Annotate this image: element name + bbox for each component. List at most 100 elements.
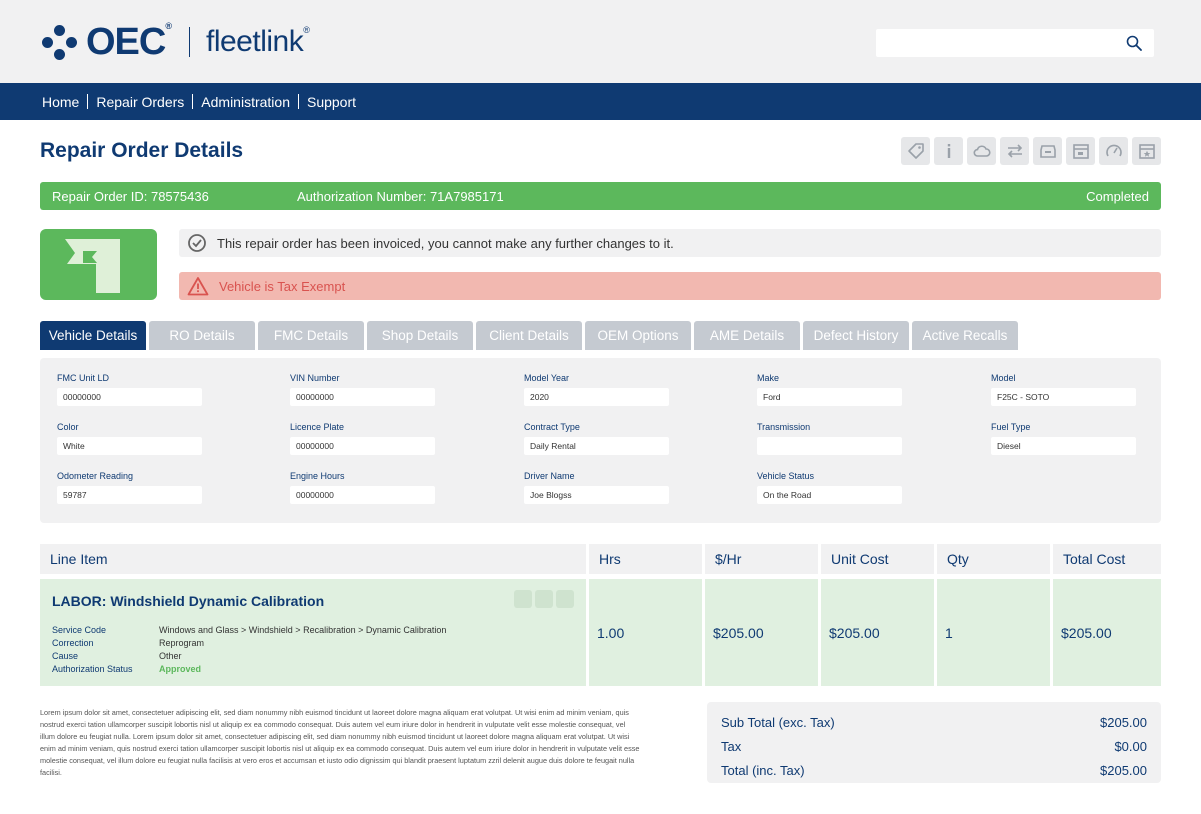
speedometer-icon[interactable]: [1099, 137, 1128, 165]
licence-plate-field: Licence Plate: [290, 422, 435, 455]
invoiced-notice: This repair order has been invoiced, you…: [179, 229, 1161, 257]
tab-client-details[interactable]: Client Details: [476, 321, 582, 350]
tab-ame-details[interactable]: AME Details: [694, 321, 800, 350]
vin-input[interactable]: [290, 388, 435, 406]
oec-fleetlink-logo[interactable]: OEC® fleetlink®: [42, 20, 310, 63]
vin-field: VIN Number: [290, 373, 435, 406]
calendar-star-icon[interactable]: [1132, 137, 1161, 165]
service-code-value: Windows and Glass > Windshield > Recalib…: [159, 625, 447, 635]
authorization-number: Authorization Number: 71A7985171: [297, 188, 504, 204]
line-item-action-button[interactable]: [556, 590, 574, 608]
service-code-label: Service Code: [52, 625, 107, 635]
vin-label: VIN Number: [290, 373, 340, 383]
licence-plate-label: Licence Plate: [290, 422, 345, 432]
fmc-unit-input[interactable]: [57, 388, 202, 406]
tab-shop-details[interactable]: Shop Details: [367, 321, 473, 350]
total-value: $205.00: [1100, 762, 1147, 778]
contract-type-label: Contract Type: [524, 422, 580, 432]
cause-label: Cause: [52, 651, 79, 661]
correction-value: Reprogram: [159, 638, 205, 648]
fuel-type-label: Fuel Type: [991, 422, 1031, 432]
color-field: Color: [57, 422, 202, 455]
calendar-icon[interactable]: [1066, 137, 1095, 165]
line-item-cell: LABOR: Windshield Dynamic Calibration Se…: [40, 579, 586, 686]
search-icon[interactable]: [1126, 35, 1142, 51]
transmission-input[interactable]: [757, 437, 902, 455]
table-row[interactable]: LABOR: Windshield Dynamic Calibration Se…: [40, 579, 1161, 686]
line-item-meta: Service Code Windows and Glass > Windshi…: [52, 624, 586, 675]
vehicle-status-input[interactable]: [757, 486, 902, 504]
model-label: Model: [991, 373, 1016, 383]
contract-type-field: Contract Type: [524, 422, 669, 455]
nav-repair-orders[interactable]: Repair Orders: [88, 94, 192, 110]
tag-icon[interactable]: [901, 137, 930, 165]
tab-defect-history[interactable]: Defect History: [803, 321, 909, 350]
logo-oec-text: OEC®: [86, 20, 172, 63]
fuel-type-field: Fuel Type: [991, 422, 1136, 455]
logo-fleetlink-text: fleetlink®: [206, 25, 310, 58]
search-box: [876, 29, 1154, 57]
correction-label: Correction: [52, 638, 94, 648]
line-item-action-button[interactable]: [514, 590, 532, 608]
line-item-action-button[interactable]: [535, 590, 553, 608]
model-year-input[interactable]: [524, 388, 669, 406]
contract-type-input[interactable]: [524, 437, 669, 455]
check-circle-icon: [188, 234, 206, 252]
tab-vehicle-details[interactable]: Vehicle Details: [40, 321, 146, 350]
engine-hours-label: Engine Hours: [290, 471, 345, 481]
tax-exempt-warning-text: Vehicle is Tax Exempt: [219, 278, 346, 294]
transmission-field: Transmission: [757, 422, 902, 455]
column-header-total-cost: Total Cost: [1053, 544, 1161, 574]
repair-order-brand-tile: [40, 229, 157, 300]
tax-exempt-warning: Vehicle is Tax Exempt: [179, 272, 1161, 300]
tab-fmc-details[interactable]: FMC Details: [258, 321, 364, 350]
rate-cell: $205.00: [705, 579, 818, 686]
column-header-hrs: Hrs: [589, 544, 702, 574]
tab-ro-details[interactable]: RO Details: [149, 321, 255, 350]
engine-hours-input[interactable]: [290, 486, 435, 504]
vehicle-details-panel: FMC Unit LD VIN Number Model Year Make M…: [40, 358, 1161, 523]
swap-icon[interactable]: [1000, 137, 1029, 165]
tax-value: $0.00: [1114, 738, 1147, 754]
oec-logo-mark-icon: [42, 25, 77, 60]
fmc-unit-label: FMC Unit LD: [57, 373, 110, 383]
subtotal-row: Sub Total (exc. Tax) $205.00: [721, 710, 1147, 734]
repair-order-id: Repair Order ID: 78575436: [52, 188, 209, 204]
search-input[interactable]: [876, 29, 1116, 57]
transmission-label: Transmission: [757, 422, 811, 432]
warning-triangle-icon: [187, 277, 209, 296]
tab-active-recalls[interactable]: Active Recalls: [912, 321, 1018, 350]
make-input[interactable]: [757, 388, 902, 406]
nav-support[interactable]: Support: [299, 94, 364, 110]
fmc-unit-field: FMC Unit LD: [57, 373, 202, 406]
unit-cost-cell: $205.00: [821, 579, 934, 686]
subtotal-value: $205.00: [1100, 714, 1147, 730]
totals-panel: Sub Total (exc. Tax) $205.00 Tax $0.00 T…: [707, 702, 1161, 783]
nav-administration[interactable]: Administration: [193, 94, 298, 110]
authorization-status-label: Authorization Status: [52, 664, 133, 674]
color-input[interactable]: [57, 437, 202, 455]
model-input[interactable]: [991, 388, 1136, 406]
driver-name-field: Driver Name: [524, 471, 669, 504]
line-item-actions: [514, 590, 574, 608]
model-field: Model: [991, 373, 1136, 406]
fuel-type-input[interactable]: [991, 437, 1136, 455]
toolbar: [901, 137, 1161, 165]
odometer-input[interactable]: [57, 486, 202, 504]
total-label: Total (inc. Tax): [721, 762, 805, 778]
licence-plate-input[interactable]: [290, 437, 435, 455]
driver-name-input[interactable]: [524, 486, 669, 504]
model-year-field: Model Year: [524, 373, 669, 406]
cloud-icon[interactable]: [967, 137, 996, 165]
subtotal-label: Sub Total (exc. Tax): [721, 714, 835, 730]
nav-home[interactable]: Home: [34, 94, 87, 110]
archive-icon[interactable]: [1033, 137, 1062, 165]
hrs-cell: 1.00: [589, 579, 702, 686]
info-icon[interactable]: [934, 137, 963, 165]
repair-order-status-bar: Repair Order ID: 78575436 Authorization …: [40, 182, 1161, 210]
tab-oem-options[interactable]: OEM Options: [585, 321, 691, 350]
vehicle-status-label: Vehicle Status: [757, 471, 815, 481]
total-row: Total (inc. Tax) $205.00: [721, 758, 1147, 782]
total-cost-cell: $205.00: [1053, 579, 1161, 686]
column-header-rate: $/Hr: [705, 544, 818, 574]
